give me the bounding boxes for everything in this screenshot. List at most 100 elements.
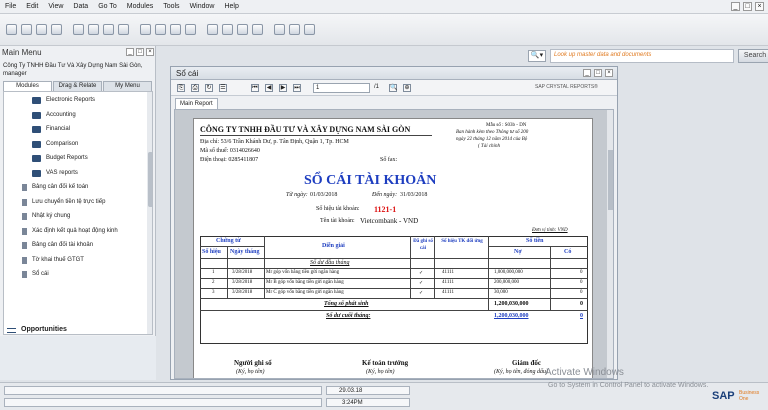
paste-special-icon[interactable] xyxy=(289,24,300,35)
menu-tools[interactable]: Tools xyxy=(158,3,184,10)
last-icon[interactable] xyxy=(207,24,218,35)
module-item[interactable]: Xác định kết quả hoạt động kinh xyxy=(8,225,150,238)
menu-help[interactable]: Help xyxy=(219,3,243,10)
menu-edit[interactable]: Edit xyxy=(21,3,43,10)
tab-main-report[interactable]: Main Report xyxy=(175,98,218,109)
to-label: Đến ngày: xyxy=(372,192,398,198)
sign-chief-accountant-note: (Ký, họ tên) xyxy=(366,369,395,375)
menu-goto[interactable]: Go To xyxy=(93,3,122,10)
report-scrollbar[interactable] xyxy=(607,110,613,378)
module-item-label: Lưu chuyển tiền tệ trực tiếp xyxy=(32,198,106,205)
company-label: Công Ty TNHH Đầu Tư Và Xây Dựng Nam Sài … xyxy=(3,63,143,69)
find-icon[interactable]: 🔍 xyxy=(389,84,397,92)
copy-icon[interactable] xyxy=(252,24,263,35)
folder-icon xyxy=(32,140,41,148)
paste-icon[interactable] xyxy=(274,24,285,35)
module-item[interactable]: Budget Reports xyxy=(8,152,150,165)
module-item[interactable]: Electronic Reports xyxy=(8,94,150,107)
page-number-input[interactable]: 1 xyxy=(313,83,370,93)
report-tax-code: Mã số thuế: 0314026640 xyxy=(200,148,260,154)
menu-file[interactable]: File xyxy=(0,3,21,10)
print-preview-icon[interactable] xyxy=(36,24,47,35)
module-item-label: Bảng cân đối kế toán xyxy=(32,184,89,190)
ledger-cell-credit: 0 xyxy=(580,270,583,275)
ledger-cell-posted: ✓ xyxy=(419,291,424,296)
module-item[interactable]: VAS reports xyxy=(8,167,150,180)
export-icon[interactable]: ⎘ xyxy=(177,84,185,92)
tab-my-menu[interactable]: My Menu xyxy=(103,81,152,91)
sort-icon[interactable] xyxy=(118,24,129,35)
minimize-icon[interactable]: _ xyxy=(126,48,134,56)
zoom-icon[interactable]: ⊕ xyxy=(403,84,411,92)
next-icon[interactable] xyxy=(185,24,196,35)
search-input[interactable]: Look up master data and documents xyxy=(550,49,734,63)
report-icon xyxy=(22,184,27,191)
restore-icon[interactable]: □ xyxy=(743,2,752,11)
search-icon[interactable]: 🔍▾ xyxy=(528,50,546,62)
export-excel-icon[interactable] xyxy=(73,24,84,35)
menu-modules[interactable]: Modules xyxy=(122,3,158,10)
module-item[interactable]: Comparison xyxy=(8,138,150,151)
close-icon[interactable]: × xyxy=(755,2,764,11)
search-button[interactable]: Search xyxy=(738,49,768,63)
group-tree-icon[interactable]: ☰ xyxy=(219,84,227,92)
module-item[interactable]: Bảng cân đối kế toán xyxy=(8,181,150,194)
menu-data[interactable]: Data xyxy=(68,3,93,10)
total-debit: 1,200,030,000 xyxy=(494,301,529,307)
module-item[interactable]: Tờ khai thuế GTGT xyxy=(8,254,150,267)
first-page-icon[interactable]: ⏮ xyxy=(251,84,259,92)
col-description: Diễn giải xyxy=(322,243,345,249)
ledger-cell-debit: 200,000,000 xyxy=(494,280,519,285)
last-page-icon[interactable]: ⏭ xyxy=(293,84,301,92)
minimize-icon[interactable]: _ xyxy=(583,69,591,77)
search-bar: 🔍▾ Look up master data and documents Sea… xyxy=(528,49,768,65)
print-icon[interactable] xyxy=(21,24,32,35)
close-icon[interactable]: × xyxy=(146,48,154,56)
opportunities-icon xyxy=(7,327,16,333)
filter-icon[interactable] xyxy=(103,24,114,35)
module-item[interactable]: Bảng cân đối tài khoản xyxy=(8,239,150,252)
new-doc-icon[interactable] xyxy=(6,24,17,35)
minimize-icon[interactable]: _ xyxy=(731,2,740,11)
closing-debit: 1,200,030,000 xyxy=(494,313,529,319)
restore-icon[interactable]: □ xyxy=(594,69,602,77)
scroll-thumb[interactable] xyxy=(608,150,613,210)
menu-window[interactable]: Window xyxy=(185,3,220,10)
restore-icon[interactable]: □ xyxy=(136,48,144,56)
close-icon[interactable]: × xyxy=(605,69,613,77)
status-time-field xyxy=(326,398,410,407)
tab-drag-relate[interactable]: Drag & Relate xyxy=(53,81,102,91)
module-item[interactable]: Nhật ký chung xyxy=(8,210,150,223)
refresh-icon[interactable]: ↻ xyxy=(205,84,213,92)
find-icon[interactable] xyxy=(140,24,151,35)
settings-icon[interactable] xyxy=(222,24,233,35)
help-icon[interactable] xyxy=(304,24,315,35)
refresh-icon[interactable] xyxy=(237,24,248,35)
sign-recorder: Người ghi sổ xyxy=(234,359,272,367)
email-icon[interactable] xyxy=(51,24,62,35)
col-posted: Đã ghi sổ cái xyxy=(413,239,433,251)
module-item[interactable]: Lưu chuyển tiền tệ trực tiếp xyxy=(8,196,150,209)
tab-modules[interactable]: Modules xyxy=(3,81,52,91)
ledger-cell-contra: 41111 xyxy=(442,280,454,285)
first-icon[interactable] xyxy=(155,24,166,35)
module-opportunities[interactable]: Opportunities xyxy=(7,324,147,334)
print-icon[interactable]: ⎙ xyxy=(191,84,199,92)
report-form-note: ( Tài chính xyxy=(478,144,500,149)
currency-unit: Đơn vị tính: VND xyxy=(532,228,568,233)
module-item-label: Accounting xyxy=(46,111,76,118)
module-item-label: VAS reports xyxy=(46,169,78,176)
module-item[interactable]: Financial xyxy=(8,123,150,136)
account-name-label: Tên tài khoản: xyxy=(320,218,355,224)
module-item-label: Tờ khai thuế GTGT xyxy=(32,256,84,263)
prev-icon[interactable] xyxy=(170,24,181,35)
module-item[interactable]: Accounting xyxy=(8,109,150,122)
next-page-icon[interactable]: ▶ xyxy=(279,84,287,92)
watermark-title: Activate Windows xyxy=(545,367,624,378)
module-item[interactable]: Sổ cái xyxy=(8,268,150,281)
business-one-text: Business One xyxy=(739,390,760,402)
report-form-note: Ban hành kèm theo Thông tư số 200 xyxy=(456,130,529,135)
prev-page-icon[interactable]: ◀ xyxy=(265,84,273,92)
menu-view[interactable]: View xyxy=(43,3,68,10)
export-word-icon[interactable] xyxy=(88,24,99,35)
